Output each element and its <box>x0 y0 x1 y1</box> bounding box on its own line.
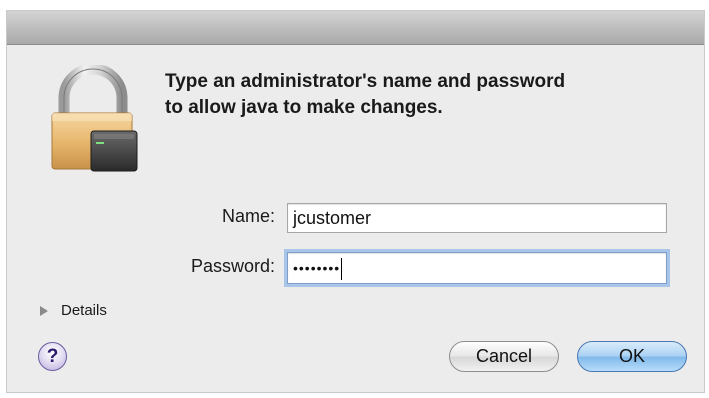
padlock-icon <box>47 63 139 177</box>
name-field[interactable]: jcustomer <box>287 203 667 233</box>
dialog-titlebar[interactable] <box>7 11 704 45</box>
name-field-value: jcustomer <box>293 208 372 228</box>
text-caret <box>341 258 343 281</box>
help-button[interactable]: ? <box>38 342 67 371</box>
auth-dialog: Type an administrator's name and passwor… <box>7 11 704 392</box>
disclosure-triangle-icon[interactable] <box>40 306 48 317</box>
help-icon: ? <box>46 346 59 367</box>
dialog-message: Type an administrator's name and passwor… <box>165 69 685 121</box>
password-field-value: •••••••• <box>293 260 341 276</box>
message-line-2: to allow java to make changes. <box>165 97 443 118</box>
cancel-button[interactable]: Cancel <box>449 341 559 372</box>
details-label: Details <box>61 302 107 319</box>
name-label: Name: <box>221 206 275 226</box>
password-label: Password: <box>190 256 275 276</box>
details-disclosure[interactable]: Details <box>40 302 107 319</box>
message-line-1: Type an administrator's name and passwor… <box>165 71 566 92</box>
password-field[interactable]: •••••••• <box>287 252 667 284</box>
ok-button[interactable]: OK <box>577 341 687 372</box>
